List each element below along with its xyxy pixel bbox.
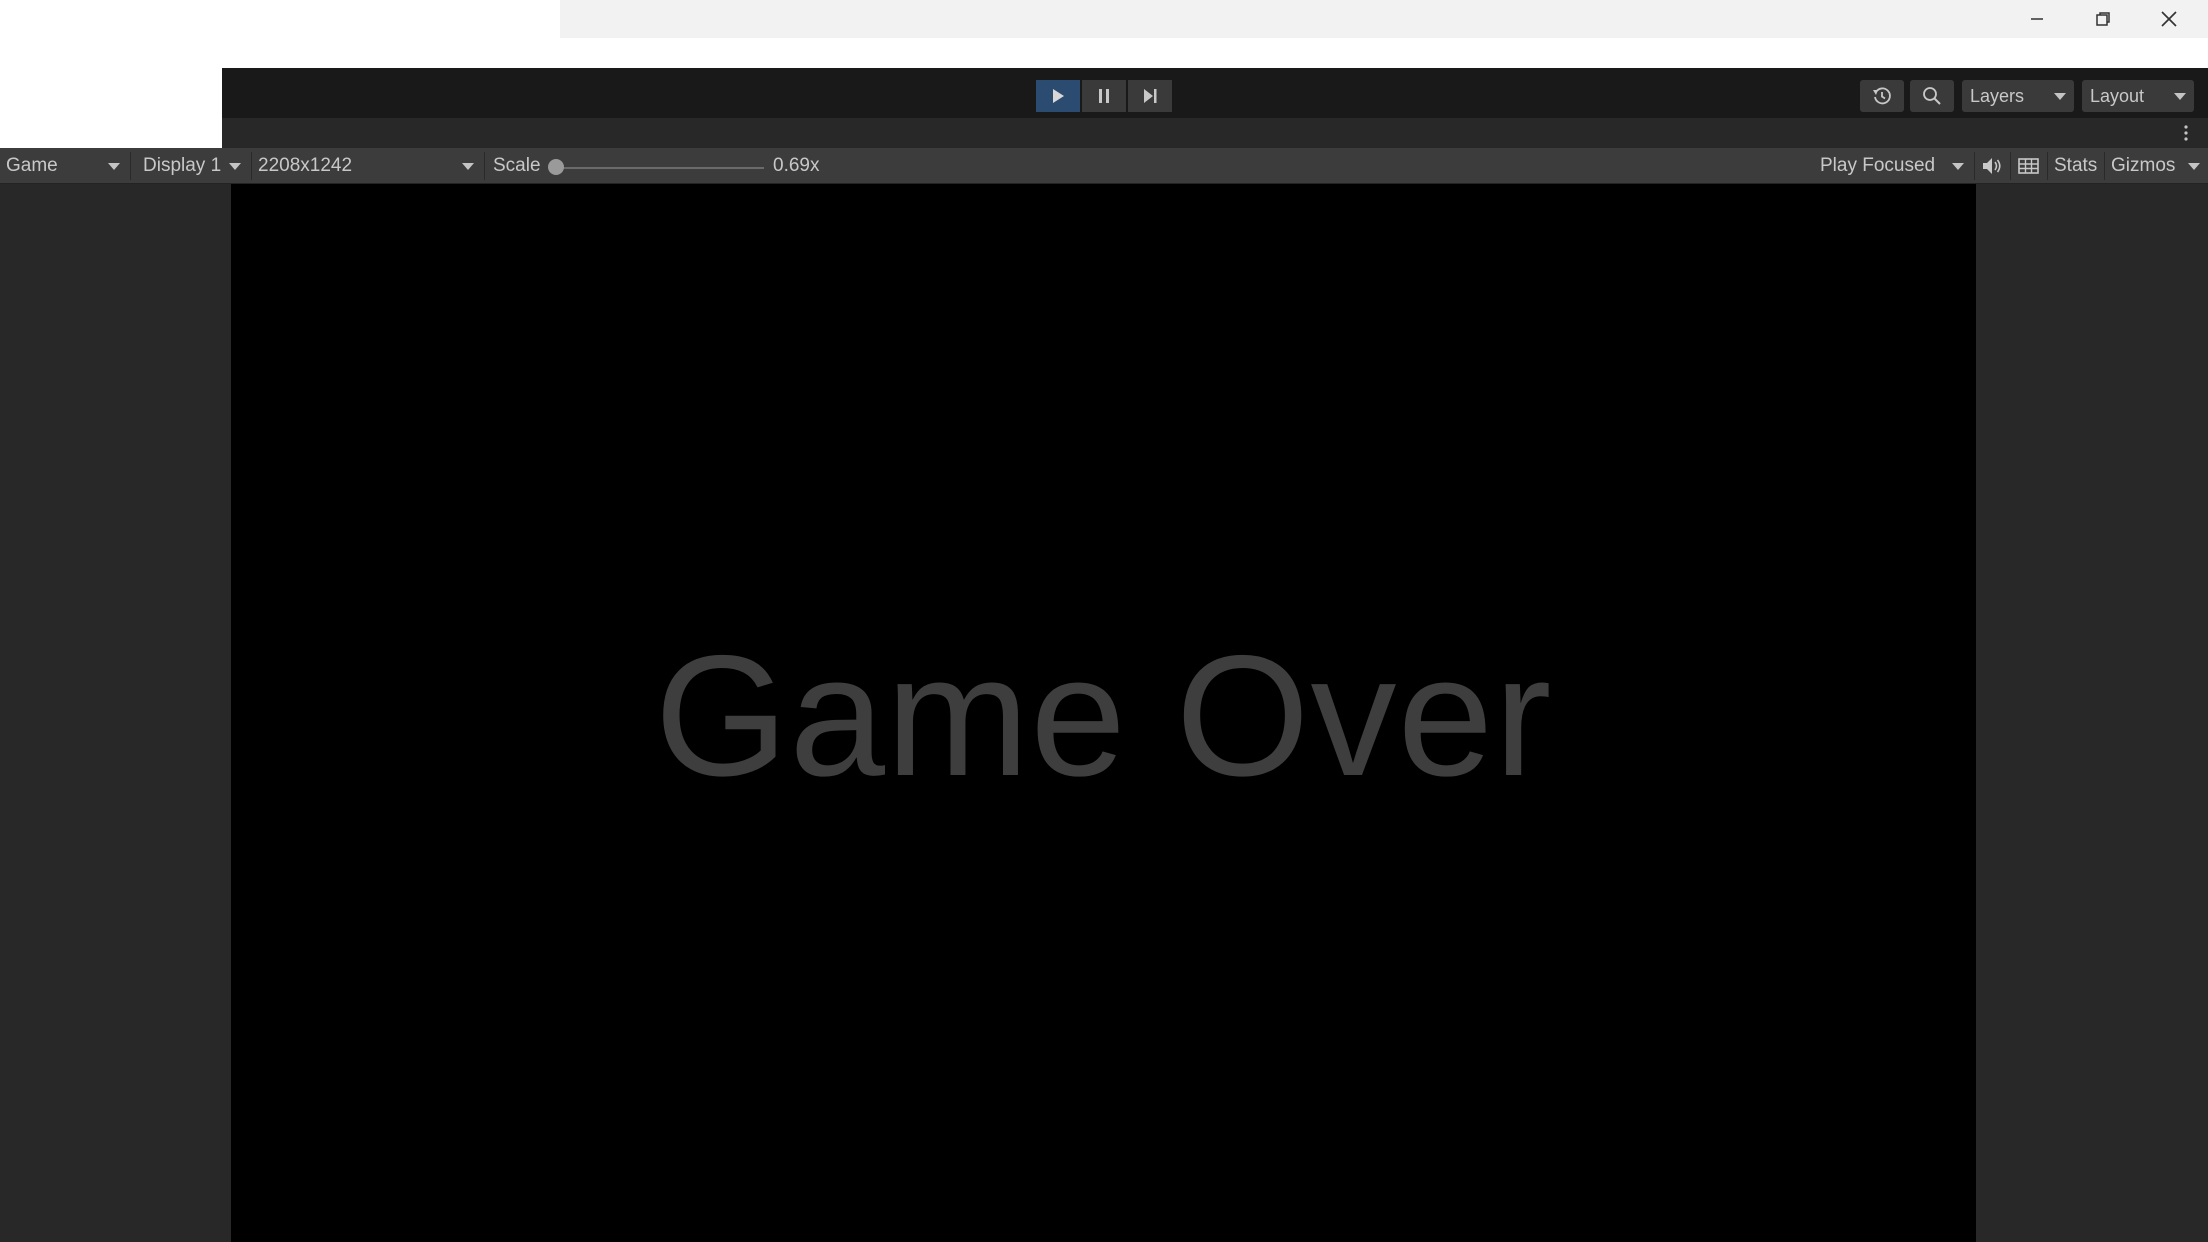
layers-dropdown[interactable]: Layers	[1962, 80, 2074, 112]
gizmos-dropdown[interactable]: Gizmos	[2105, 148, 2208, 183]
step-icon	[1144, 89, 1157, 103]
scale-slider-track[interactable]	[552, 167, 764, 169]
chevron-down-icon	[2174, 93, 2186, 100]
resolution-select-label: 2208x1242	[258, 154, 353, 176]
layout-dropdown[interactable]: Layout	[2082, 80, 2194, 112]
grid-icon	[2018, 158, 2039, 174]
chevron-down-icon	[1952, 162, 1964, 170]
display-select-label: Display 1	[143, 154, 222, 176]
minimize-button[interactable]	[2004, 0, 2070, 38]
scale-label: Scale	[493, 154, 541, 176]
history-button[interactable]	[1860, 80, 1904, 112]
display-select[interactable]: Display 1	[137, 148, 249, 183]
scale-slider-handle[interactable]	[548, 159, 564, 175]
redacted-area	[0, 68, 222, 148]
close-button[interactable]	[2136, 0, 2202, 38]
layers-label: Layers	[1970, 85, 2025, 106]
scale-value: 0.69x	[773, 154, 820, 176]
chevron-down-icon	[2188, 162, 2200, 170]
minimize-icon	[2031, 18, 2043, 20]
more-options-icon[interactable]	[2182, 124, 2190, 142]
game-over-text: Game Over	[654, 620, 1553, 812]
resolution-select[interactable]: 2208x1242	[252, 148, 482, 183]
view-select-label: Game	[6, 154, 58, 176]
pause-icon	[1099, 89, 1109, 103]
play-mode-label: Play Focused	[1820, 154, 1936, 176]
chevron-down-icon	[462, 162, 474, 170]
speaker-icon	[1983, 158, 2001, 174]
title-bar-strip	[560, 0, 2208, 38]
chevron-down-icon	[2054, 93, 2066, 100]
restore-button[interactable]	[2070, 0, 2136, 38]
step-button[interactable]	[1128, 80, 1172, 112]
divider	[130, 152, 131, 180]
history-icon	[1873, 87, 1891, 105]
mute-audio-button[interactable]	[1980, 154, 2004, 178]
divider	[2010, 152, 2011, 180]
play-mode-select[interactable]: Play Focused	[1814, 148, 1972, 183]
aspect-grid-button[interactable]	[2017, 154, 2041, 178]
main-toolbar: Layers Layout	[222, 68, 2208, 118]
game-view-toolbar: Game Display 1 2208x1242 Scale 0.69x Pla…	[0, 148, 2208, 184]
divider	[1974, 152, 1975, 180]
pause-button[interactable]	[1082, 80, 1126, 112]
layout-label: Layout	[2090, 85, 2145, 106]
restore-icon	[2096, 12, 2110, 26]
view-select[interactable]: Game	[0, 148, 128, 183]
search-icon	[1923, 87, 1941, 105]
search-button[interactable]	[1910, 80, 1954, 112]
close-icon	[2161, 11, 2177, 27]
chevron-down-icon	[108, 162, 120, 170]
divider	[484, 152, 485, 180]
play-button[interactable]	[1036, 80, 1080, 112]
stats-button[interactable]: Stats	[2054, 148, 2097, 183]
gizmos-label: Gizmos	[2111, 154, 2176, 176]
chevron-down-icon	[229, 162, 241, 170]
game-view-margin-left	[0, 184, 231, 1242]
game-view-margin-right	[1976, 184, 2208, 1242]
divider	[2047, 152, 2048, 180]
tab-row	[222, 118, 2208, 148]
play-icon	[1053, 89, 1064, 103]
